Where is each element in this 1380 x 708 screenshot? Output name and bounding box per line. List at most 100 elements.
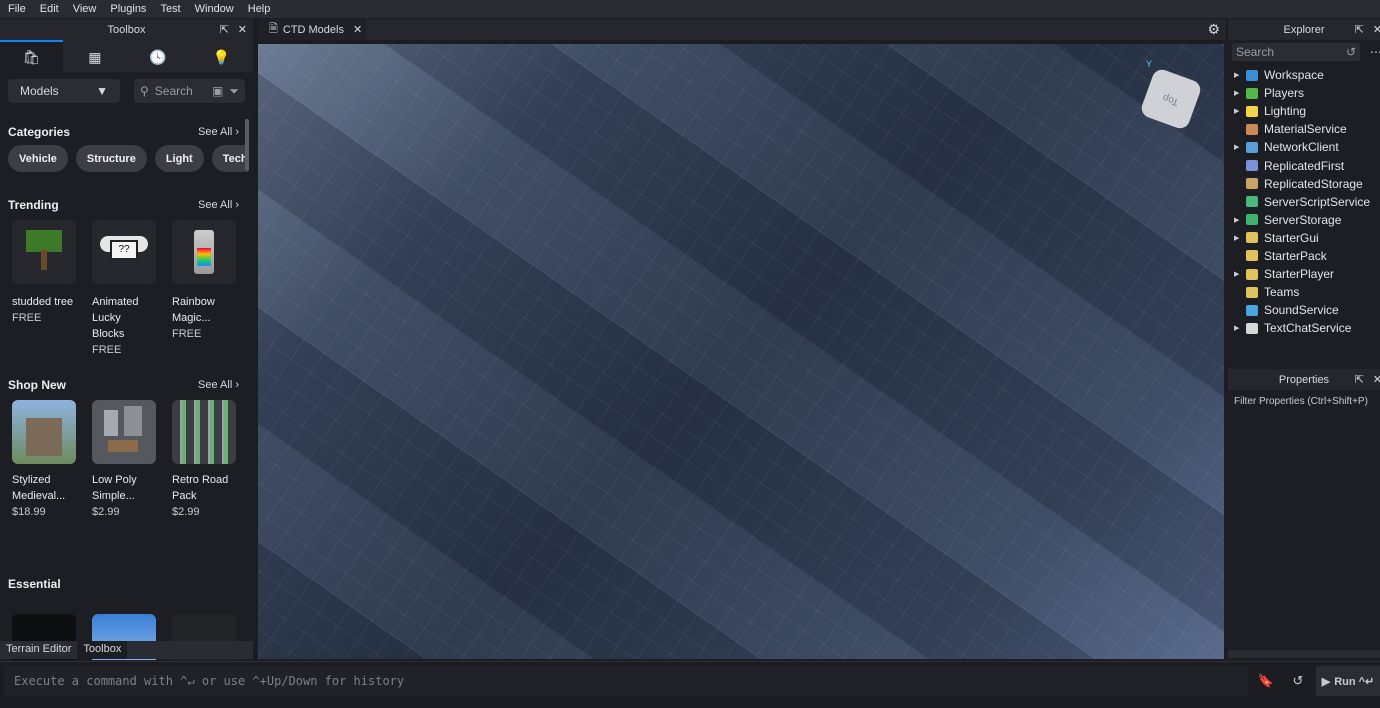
tab-toolbox[interactable]: Toolbox	[77, 641, 128, 659]
expand-arrow-icon[interactable]: ▶	[1234, 324, 1246, 332]
explorer-node[interactable]: ▶ ServerStorage	[1234, 211, 1380, 229]
expand-arrow-icon[interactable]: ▶	[1234, 89, 1246, 97]
explorer-node[interactable]: ▶ StarterGui	[1234, 229, 1380, 247]
close-icon[interactable]: ✕	[1373, 23, 1380, 36]
service-icon	[1246, 105, 1258, 117]
menu-edit[interactable]: Edit	[40, 3, 59, 15]
tab-marketplace[interactable]: 🛍	[0, 40, 64, 72]
search-icon: ⚲	[140, 84, 149, 98]
asset-name: studded tree	[12, 296, 74, 308]
categories-see-all[interactable]: See All ›	[198, 126, 239, 138]
shop-new-see-all[interactable]: See All ›	[198, 379, 239, 391]
tab-creations[interactable]: 💡	[190, 40, 253, 72]
tab-inventory[interactable]: ▦	[63, 40, 126, 72]
undock-icon[interactable]: ⇱	[1355, 23, 1364, 36]
close-icon[interactable]: ✕	[1373, 373, 1380, 386]
explorer-search[interactable]: Search ↺	[1232, 43, 1360, 61]
service-icon	[1246, 268, 1258, 280]
chip-light[interactable]: Light	[154, 145, 204, 172]
horizontal-scrollbar[interactable]	[1228, 650, 1380, 658]
settings-gear-icon[interactable]: ⚙	[1207, 21, 1220, 38]
menu-view[interactable]: View	[73, 3, 97, 15]
clock-icon: 🕓	[149, 48, 167, 65]
toolbox-title: Toolbox	[107, 23, 146, 36]
undock-icon[interactable]: ⇱	[220, 23, 229, 36]
asset-card[interactable]: studded tree FREE	[12, 220, 76, 358]
asset-price: $2.99	[92, 506, 120, 518]
history-icon[interactable]: ↺	[1346, 45, 1356, 59]
bookmark-icon[interactable]: 🔖	[1252, 666, 1280, 696]
command-input[interactable]: Execute a command with ^↵ or use ^+Up/Do…	[4, 666, 1248, 696]
explorer-node[interactable]: Teams	[1234, 283, 1380, 301]
category-dropdown[interactable]: Models ▼	[8, 79, 120, 103]
run-button[interactable]: ▶ Run ^↵	[1316, 666, 1380, 696]
shop-new-title: Shop New	[8, 378, 67, 392]
chip-structure[interactable]: Structure	[75, 145, 147, 172]
asset-card[interactable]: Stylized Medieval... $18.99	[12, 400, 76, 520]
expand-arrow-icon[interactable]: ▶	[1234, 107, 1246, 115]
explorer-node[interactable]: StarterPack	[1234, 247, 1380, 265]
undock-icon[interactable]: ⇱	[1355, 373, 1364, 386]
tab-ctd-models[interactable]: 🗎 CTD Models ✕	[258, 19, 366, 40]
service-icon	[1246, 214, 1258, 226]
category-chips: Vehicle Structure Light Tech	[8, 145, 248, 172]
caret-down-icon: ▼	[96, 84, 108, 98]
view-cube[interactable]: Top	[1138, 66, 1204, 132]
service-icon	[1246, 87, 1258, 99]
toolbox-scrollbar[interactable]	[245, 119, 249, 171]
asset-thumbnail	[92, 400, 156, 464]
properties-title: Properties	[1278, 373, 1330, 386]
explorer-node[interactable]: ▶ StarterPlayer	[1234, 265, 1380, 283]
play-icon: ▶	[1321, 675, 1331, 688]
explorer-node[interactable]: ▶ Players	[1234, 84, 1380, 102]
trending-header: Trending See All ›	[8, 198, 239, 212]
expand-arrow-icon[interactable]: ▶	[1234, 143, 1246, 151]
menu-window[interactable]: Window	[195, 3, 234, 15]
filter-properties-input[interactable]: Filter Properties (Ctrl+Shift+P)	[1228, 390, 1380, 413]
trending-see-all[interactable]: See All ›	[198, 199, 239, 211]
menu-file[interactable]: File	[8, 3, 26, 15]
chip-vehicle[interactable]: Vehicle	[8, 145, 68, 172]
expand-arrow-icon[interactable]: ▶	[1234, 234, 1246, 242]
expand-arrow-icon[interactable]: ▶	[1234, 216, 1246, 224]
menu-help[interactable]: Help	[248, 3, 271, 15]
shop-new-list: Stylized Medieval... $18.99 Low Poly Simpl…	[12, 400, 236, 520]
expand-arrow-icon[interactable]: ▶	[1234, 270, 1246, 278]
asset-name: Retro Road Pack	[172, 474, 229, 502]
asset-card[interactable]: ?? Animated Lucky Blocks FREE	[92, 220, 156, 358]
explorer-node[interactable]: ServerScriptService	[1234, 193, 1380, 211]
run-label: Run ^↵	[1334, 675, 1375, 688]
more-icon[interactable]: ⋯	[1370, 45, 1380, 59]
explorer-node[interactable]: SoundService	[1234, 301, 1380, 319]
explorer-node[interactable]: MaterialService	[1234, 120, 1380, 138]
3d-viewport[interactable]: Y Top	[258, 44, 1224, 659]
explorer-node[interactable]: ▶ TextChatService	[1234, 319, 1380, 337]
asset-card[interactable]: Low Poly Simple... $2.99	[92, 400, 156, 520]
toolbox-search[interactable]: ⚲ Search ▣ ⏷	[134, 79, 245, 103]
asset-price: FREE	[92, 344, 122, 356]
asset-price: FREE	[172, 328, 202, 340]
close-tab-icon[interactable]: ✕	[353, 23, 362, 36]
tab-terrain-editor[interactable]: Terrain Editor	[0, 641, 77, 659]
explorer-node[interactable]: ▶ Workspace	[1234, 66, 1380, 84]
asset-card[interactable]: Retro Road Pack $2.99	[172, 400, 236, 520]
close-icon[interactable]: ✕	[238, 23, 247, 36]
tab-recent[interactable]: 🕓	[127, 40, 190, 72]
explorer-node[interactable]: ReplicatedStorage	[1234, 175, 1380, 193]
image-search-icon[interactable]: ▣	[212, 84, 223, 98]
explorer-node[interactable]: ▶ Lighting	[1234, 102, 1380, 120]
asset-name: Low Poly Simple...	[92, 474, 137, 502]
history-icon[interactable]: ↺	[1284, 666, 1312, 696]
menu-test[interactable]: Test	[160, 3, 180, 15]
asset-card[interactable]: Rainbow Magic... FREE	[172, 220, 236, 358]
filter-icon[interactable]: ⏷	[229, 84, 239, 99]
explorer-node[interactable]: ReplicatedFirst	[1234, 156, 1380, 174]
explorer-node-label: Players	[1264, 86, 1305, 101]
chip-tech[interactable]: Tech	[211, 145, 248, 172]
menu-plugins[interactable]: Plugins	[110, 3, 146, 15]
expand-arrow-icon[interactable]: ▶	[1234, 71, 1246, 79]
search-placeholder: Search	[154, 84, 193, 98]
explorer-node[interactable]: ▶ NetworkClient	[1234, 138, 1380, 156]
service-icon	[1246, 232, 1258, 244]
properties-header: Properties ⇱ ✕	[1228, 369, 1380, 390]
